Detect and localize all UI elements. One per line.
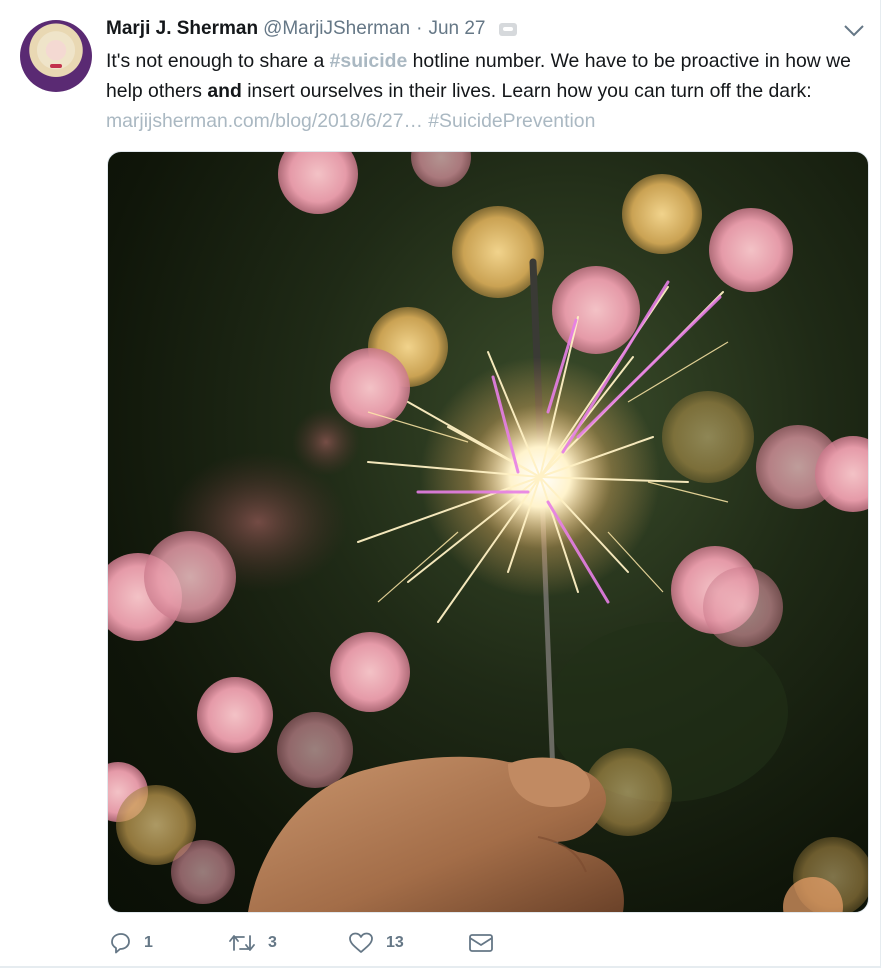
direct-message-button[interactable] (468, 932, 494, 954)
retweet-icon (229, 935, 255, 951)
separator-dot: · (416, 18, 423, 39)
chevron-down-icon[interactable] (843, 22, 865, 38)
media-badge-icon (499, 22, 518, 36)
envelope-icon (469, 934, 493, 952)
tweet-text-bold: and (207, 80, 242, 102)
tweet-photo[interactable] (107, 151, 869, 913)
action-bar: 1 3 13 (108, 926, 494, 960)
tweet-card[interactable]: Marji J. Sherman @MarjiJSherman · Jun 27… (0, 0, 881, 968)
tweet-header: Marji J. Sherman @MarjiJSherman · Jun 27 (106, 14, 518, 44)
tweet-date[interactable]: Jun 27 (428, 18, 485, 40)
avatar-lips (50, 64, 62, 68)
heart-icon (349, 932, 373, 953)
author-name[interactable]: Marji J. Sherman (106, 18, 258, 40)
hashtag-suicide[interactable]: #suicide (330, 50, 408, 72)
retweet-count: 3 (268, 934, 277, 951)
sparkler-photo (108, 152, 868, 912)
like-button[interactable]: 13 (348, 931, 468, 955)
reply-count: 1 (144, 934, 153, 951)
tweet-text: It's not enough to share a #suicide hotl… (106, 46, 856, 136)
hashtag-suicideprevention[interactable]: #SuicidePrevention (428, 110, 595, 132)
tweet-text-part: insert ourselves in their lives. Learn h… (241, 80, 812, 102)
like-count: 13 (386, 934, 404, 951)
retweet-button[interactable]: 3 (228, 931, 348, 955)
reply-button[interactable]: 1 (108, 931, 228, 955)
author-handle[interactable]: @MarjiJSherman (263, 18, 410, 40)
blog-link[interactable]: marjijsherman.com/blog/2018/6/27… (106, 110, 423, 132)
avatar[interactable] (20, 20, 92, 92)
tweet-text-part: It's not enough to share a (106, 50, 330, 72)
reply-icon (111, 933, 130, 954)
